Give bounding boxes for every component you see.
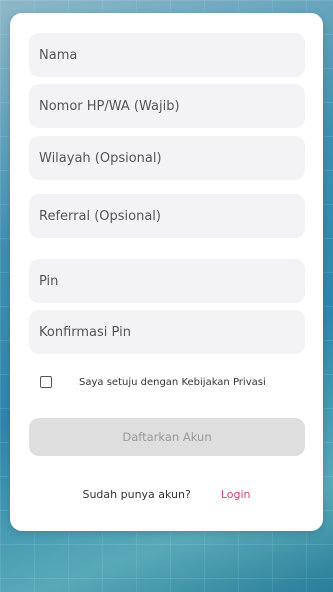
login-row: Sudah punya akun? Login: [10, 488, 323, 501]
phone-field[interactable]: [29, 84, 305, 128]
pin-field[interactable]: [29, 259, 305, 303]
pin-confirm-field[interactable]: [29, 310, 305, 354]
privacy-agreement-row: Saya setuju dengan Kebijakan Privasi: [40, 374, 315, 390]
registration-card: Saya setuju dengan Kebijakan Privasi Daf…: [10, 13, 323, 531]
register-button[interactable]: Daftarkan Akun: [29, 418, 305, 456]
login-link[interactable]: Login: [221, 488, 251, 501]
referral-field[interactable]: [29, 194, 305, 238]
name-field[interactable]: [29, 33, 305, 77]
login-prompt: Sudah punya akun?: [82, 488, 191, 501]
privacy-label: Saya setuju dengan Kebijakan Privasi: [79, 376, 266, 388]
region-field[interactable]: [29, 136, 305, 180]
privacy-checkbox[interactable]: [40, 376, 52, 388]
